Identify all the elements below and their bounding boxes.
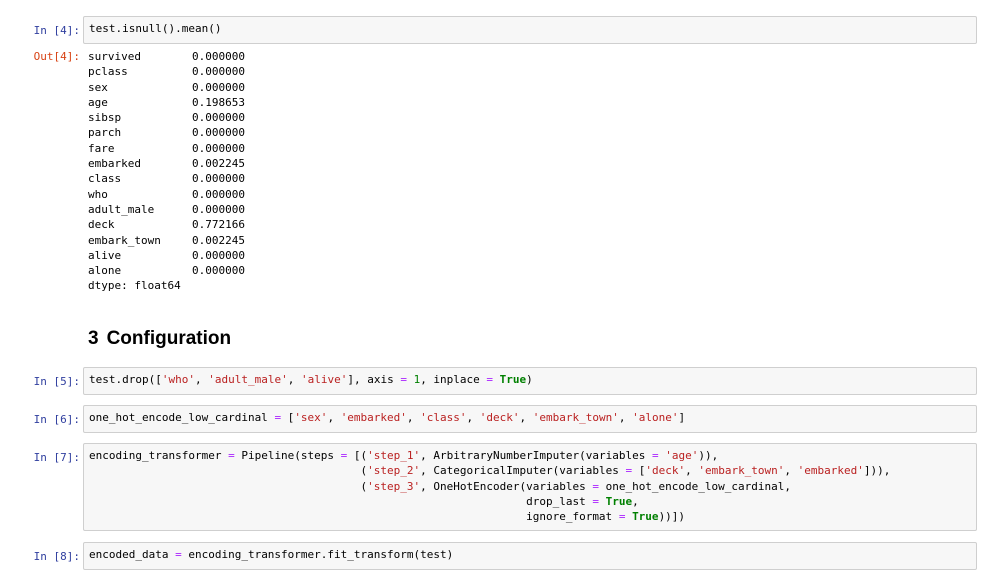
input-prompt: In [6]:	[33, 413, 80, 426]
dtype-line: dtype: float64	[88, 279, 181, 293]
series-row: alone 0.000000	[88, 263, 245, 278]
code-editor[interactable]: one_hot_encode_low_cardinal = ['sex', 'e…	[83, 405, 977, 433]
code-line: one_hot_encode_low_cardinal = ['sex', 'e…	[89, 411, 686, 424]
series-index-label: class	[88, 172, 122, 186]
series-index-label: alive	[88, 248, 122, 262]
series-value: 0.000000	[192, 202, 245, 216]
series-row: embarked 0.002245	[88, 156, 245, 171]
series-value: 0.000000	[192, 187, 245, 201]
series-value: 0.000000	[192, 141, 245, 155]
code-editor[interactable]: encoded_data = encoding_transformer.fit_…	[83, 542, 977, 570]
series-index-label: alone	[88, 264, 122, 278]
series-index-label: adult_male	[88, 202, 155, 216]
series-index-label: parch	[88, 126, 122, 140]
series-index-label: age	[88, 95, 108, 109]
input-prompt: In [8]:	[33, 550, 80, 563]
series-index-label: fare	[88, 141, 115, 155]
code-editor[interactable]: encoding_transformer = Pipeline(steps = …	[83, 443, 977, 531]
series-row: sibsp 0.000000	[88, 110, 245, 125]
series-row: survived 0.000000	[88, 49, 245, 64]
input-prompt: In [7]:	[33, 451, 80, 464]
section-heading: 3 Configuration	[88, 325, 231, 353]
series-value: 0.000000	[192, 80, 245, 94]
series-index-label: pclass	[88, 65, 128, 79]
series-value: 0.000000	[192, 65, 245, 79]
series-index-label: survived	[88, 50, 141, 63]
series-row: parch 0.000000	[88, 125, 245, 140]
series-row: sex 0.000000	[88, 80, 245, 95]
input-prompt: In [4]:	[33, 24, 80, 37]
series-index-label: embark_town	[88, 233, 161, 247]
series-index-label: embarked	[88, 157, 141, 171]
series-index-label: deck	[88, 218, 115, 232]
series-value: 0.000000	[192, 248, 245, 262]
series-row: deck 0.772166	[88, 217, 245, 232]
series-row: class 0.000000	[88, 171, 245, 186]
series-value: 0.002245	[192, 157, 245, 171]
code-editor[interactable]: test.drop(['who', 'adult_male', 'alive']…	[83, 367, 977, 395]
code-line: encoding_transformer = Pipeline(steps = …	[89, 449, 719, 462]
section-title: Configuration	[106, 328, 232, 349]
series-index-label: sibsp	[88, 111, 122, 125]
series-value: 0.000000	[192, 50, 245, 63]
series-value: 0.000000	[192, 126, 245, 140]
series-value: 0.000000	[192, 264, 245, 278]
series-row: embark_town 0.002245	[88, 233, 245, 248]
code-line: ('step_3', OneHotEncoder(variables = one…	[89, 479, 792, 493]
output-prompt: Out[4]:	[33, 50, 80, 63]
code-line: ignore_format = True))])	[89, 510, 686, 524]
code-line: test.isnull().mean()	[89, 22, 222, 35]
code-line: encoded_data = encoding_transformer.fit_…	[89, 548, 454, 561]
input-prompt: In [5]:	[33, 375, 80, 388]
series-row: fare 0.000000	[88, 141, 245, 156]
series-value: 0.002245	[192, 233, 245, 247]
series-index-label: sex	[88, 80, 108, 94]
series-value: 0.000000	[192, 172, 245, 186]
series-value: 0.772166	[192, 218, 245, 232]
code-line: test.drop(['who', 'adult_male', 'alive']…	[89, 373, 533, 386]
code-line: drop_last = True,	[89, 494, 639, 508]
series-row: alive 0.000000	[88, 248, 245, 263]
series-index-label: who	[88, 187, 108, 201]
series-row: adult_male 0.000000	[88, 202, 245, 217]
series-row: age 0.198653	[88, 95, 245, 110]
series-row: who 0.000000	[88, 187, 245, 202]
series-output: survived 0.000000 pclass 0.000000 sex 0.00000…	[88, 49, 245, 278]
code-line: ('step_2', CategoricalImputer(variables …	[89, 464, 891, 478]
series-value: 0.000000	[192, 111, 245, 125]
series-row: pclass 0.000000	[88, 64, 245, 79]
series-value: 0.198653	[192, 95, 245, 109]
output-area: survived 0.000000 pclass 0.000000 sex 0.00000…	[88, 49, 245, 294]
section-number: 3	[88, 328, 99, 349]
code-editor[interactable]: test.isnull().mean()	[83, 16, 977, 44]
